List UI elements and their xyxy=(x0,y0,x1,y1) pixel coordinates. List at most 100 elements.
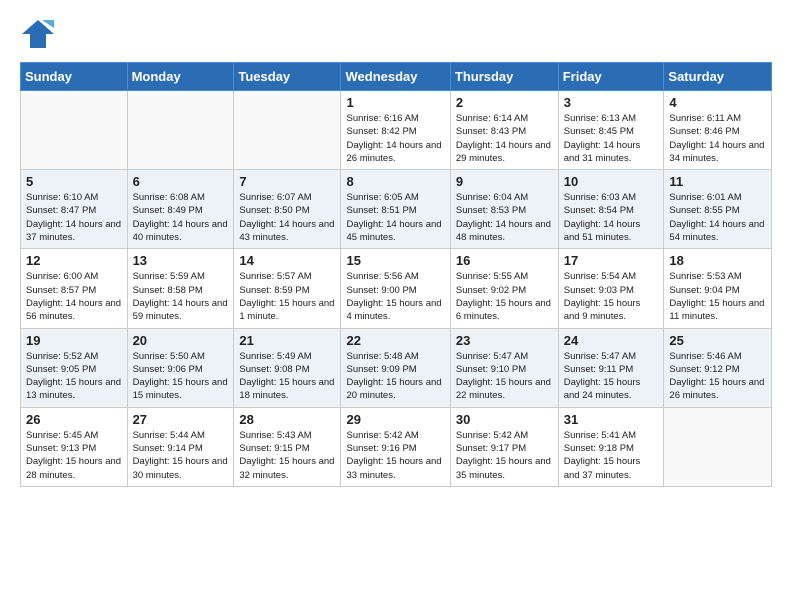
day-info: Sunrise: 5:57 AMSunset: 8:59 PMDaylight:… xyxy=(239,270,335,323)
day-number: 17 xyxy=(564,253,659,268)
day-number: 24 xyxy=(564,333,659,348)
day-number: 27 xyxy=(133,412,229,427)
calendar-cell-2-5: 17 Sunrise: 5:54 AMSunset: 9:03 PMDayligh… xyxy=(558,249,664,328)
day-info: Sunrise: 5:55 AMSunset: 9:02 PMDaylight:… xyxy=(456,270,553,323)
day-number: 26 xyxy=(26,412,122,427)
calendar-week-0: 1 Sunrise: 6:16 AMSunset: 8:42 PMDaylight… xyxy=(21,91,772,170)
day-number: 21 xyxy=(239,333,335,348)
calendar-cell-0-4: 2 Sunrise: 6:14 AMSunset: 8:43 PMDaylight… xyxy=(450,91,558,170)
calendar-cell-1-5: 10 Sunrise: 6:03 AMSunset: 8:54 PMDayligh… xyxy=(558,170,664,249)
calendar-cell-4-1: 27 Sunrise: 5:44 AMSunset: 9:14 PMDayligh… xyxy=(127,407,234,486)
day-info: Sunrise: 6:14 AMSunset: 8:43 PMDaylight:… xyxy=(456,112,553,165)
calendar-cell-4-3: 29 Sunrise: 5:42 AMSunset: 9:16 PMDayligh… xyxy=(341,407,450,486)
day-info: Sunrise: 5:48 AMSunset: 9:09 PMDaylight:… xyxy=(346,350,444,403)
calendar-cell-3-3: 22 Sunrise: 5:48 AMSunset: 9:09 PMDayligh… xyxy=(341,328,450,407)
calendar-header-monday: Monday xyxy=(127,63,234,91)
day-number: 31 xyxy=(564,412,659,427)
day-info: Sunrise: 6:05 AMSunset: 8:51 PMDaylight:… xyxy=(346,191,444,244)
day-info: Sunrise: 5:54 AMSunset: 9:03 PMDaylight:… xyxy=(564,270,659,323)
calendar-header-saturday: Saturday xyxy=(664,63,772,91)
day-info: Sunrise: 5:44 AMSunset: 9:14 PMDaylight:… xyxy=(133,429,229,482)
calendar-cell-1-3: 8 Sunrise: 6:05 AMSunset: 8:51 PMDaylight… xyxy=(341,170,450,249)
calendar-header-sunday: Sunday xyxy=(21,63,128,91)
day-number: 23 xyxy=(456,333,553,348)
calendar-cell-3-6: 25Sunrise: 5:46 AMSunset: 9:12 PMDayligh… xyxy=(664,328,772,407)
day-number: 16 xyxy=(456,253,553,268)
day-info: Sunrise: 6:04 AMSunset: 8:53 PMDaylight:… xyxy=(456,191,553,244)
day-number: 19 xyxy=(26,333,122,348)
day-info: Sunrise: 5:47 AMSunset: 9:10 PMDaylight:… xyxy=(456,350,553,403)
calendar-cell-0-3: 1 Sunrise: 6:16 AMSunset: 8:42 PMDaylight… xyxy=(341,91,450,170)
day-info: Sunrise: 6:07 AMSunset: 8:50 PMDaylight:… xyxy=(239,191,335,244)
day-info: Sunrise: 5:42 AMSunset: 9:16 PMDaylight:… xyxy=(346,429,444,482)
logo xyxy=(20,16,60,52)
calendar-header-wednesday: Wednesday xyxy=(341,63,450,91)
day-number: 3 xyxy=(564,95,659,110)
day-info: Sunrise: 5:53 AMSunset: 9:04 PMDaylight:… xyxy=(669,270,766,323)
day-number: 14 xyxy=(239,253,335,268)
calendar-cell-2-0: 12 Sunrise: 6:00 AMSunset: 8:57 PMDayligh… xyxy=(21,249,128,328)
day-info: Sunrise: 5:56 AMSunset: 9:00 PMDaylight:… xyxy=(346,270,444,323)
calendar-header-row: SundayMondayTuesdayWednesdayThursdayFrid… xyxy=(21,63,772,91)
day-info: Sunrise: 5:50 AMSunset: 9:06 PMDaylight:… xyxy=(133,350,229,403)
calendar-cell-2-3: 15 Sunrise: 5:56 AMSunset: 9:00 PMDayligh… xyxy=(341,249,450,328)
day-number: 6 xyxy=(133,174,229,189)
calendar-cell-4-0: 26 Sunrise: 5:45 AMSunset: 9:13 PMDayligh… xyxy=(21,407,128,486)
calendar-cell-2-2: 14 Sunrise: 5:57 AMSunset: 8:59 PMDayligh… xyxy=(234,249,341,328)
day-number: 5 xyxy=(26,174,122,189)
calendar-cell-3-2: 21Sunrise: 5:49 AMSunset: 9:08 PMDayligh… xyxy=(234,328,341,407)
calendar-cell-1-1: 6Sunrise: 6:08 AMSunset: 8:49 PMDaylight… xyxy=(127,170,234,249)
day-number: 2 xyxy=(456,95,553,110)
calendar-cell-0-2 xyxy=(234,91,341,170)
calendar-header-tuesday: Tuesday xyxy=(234,63,341,91)
day-number: 10 xyxy=(564,174,659,189)
day-number: 15 xyxy=(346,253,444,268)
day-number: 11 xyxy=(669,174,766,189)
day-number: 13 xyxy=(133,253,229,268)
calendar-cell-3-0: 19 Sunrise: 5:52 AMSunset: 9:05 PMDayligh… xyxy=(21,328,128,407)
day-number: 29 xyxy=(346,412,444,427)
calendar-cell-3-1: 20 Sunrise: 5:50 AMSunset: 9:06 PMDayligh… xyxy=(127,328,234,407)
day-info: Sunrise: 5:45 AMSunset: 9:13 PMDaylight:… xyxy=(26,429,122,482)
calendar-cell-1-2: 7 Sunrise: 6:07 AMSunset: 8:50 PMDaylight… xyxy=(234,170,341,249)
day-number: 22 xyxy=(346,333,444,348)
day-info: Sunrise: 6:13 AMSunset: 8:45 PMDaylight:… xyxy=(564,112,659,165)
day-info: Sunrise: 5:47 AMSunset: 9:11 PMDaylight:… xyxy=(564,350,659,403)
calendar-cell-2-1: 13 Sunrise: 5:59 AMSunset: 8:58 PMDayligh… xyxy=(127,249,234,328)
day-number: 12 xyxy=(26,253,122,268)
day-number: 18 xyxy=(669,253,766,268)
day-info: Sunrise: 5:42 AMSunset: 9:17 PMDaylight:… xyxy=(456,429,553,482)
page: SundayMondayTuesdayWednesdayThursdayFrid… xyxy=(0,0,792,503)
day-info: Sunrise: 6:03 AMSunset: 8:54 PMDaylight:… xyxy=(564,191,659,244)
day-number: 1 xyxy=(346,95,444,110)
day-number: 20 xyxy=(133,333,229,348)
day-info: Sunrise: 5:59 AMSunset: 8:58 PMDaylight:… xyxy=(133,270,229,323)
day-number: 8 xyxy=(346,174,444,189)
day-info: Sunrise: 6:01 AMSunset: 8:55 PMDaylight:… xyxy=(669,191,766,244)
calendar-cell-4-4: 30 Sunrise: 5:42 AMSunset: 9:17 PMDayligh… xyxy=(450,407,558,486)
day-info: Sunrise: 6:11 AMSunset: 8:46 PMDaylight:… xyxy=(669,112,766,165)
calendar-cell-3-4: 23 Sunrise: 5:47 AMSunset: 9:10 PMDayligh… xyxy=(450,328,558,407)
day-info: Sunrise: 5:43 AMSunset: 9:15 PMDaylight:… xyxy=(239,429,335,482)
calendar-week-1: 5Sunrise: 6:10 AMSunset: 8:47 PMDaylight… xyxy=(21,170,772,249)
calendar-table: SundayMondayTuesdayWednesdayThursdayFrid… xyxy=(20,62,772,487)
calendar-header-friday: Friday xyxy=(558,63,664,91)
calendar-cell-2-6: 18 Sunrise: 5:53 AMSunset: 9:04 PMDayligh… xyxy=(664,249,772,328)
calendar-cell-3-5: 24 Sunrise: 5:47 AMSunset: 9:11 PMDayligh… xyxy=(558,328,664,407)
header xyxy=(20,16,772,52)
calendar-header-thursday: Thursday xyxy=(450,63,558,91)
day-info: Sunrise: 6:00 AMSunset: 8:57 PMDaylight:… xyxy=(26,270,122,323)
calendar-cell-0-1 xyxy=(127,91,234,170)
day-info: Sunrise: 5:41 AMSunset: 9:18 PMDaylight:… xyxy=(564,429,659,482)
calendar-cell-2-4: 16 Sunrise: 5:55 AMSunset: 9:02 PMDayligh… xyxy=(450,249,558,328)
day-info: Sunrise: 5:46 AMSunset: 9:12 PMDaylight:… xyxy=(669,350,766,403)
day-number: 30 xyxy=(456,412,553,427)
day-number: 7 xyxy=(239,174,335,189)
calendar-cell-4-5: 31 Sunrise: 5:41 AMSunset: 9:18 PMDayligh… xyxy=(558,407,664,486)
calendar-week-2: 12 Sunrise: 6:00 AMSunset: 8:57 PMDayligh… xyxy=(21,249,772,328)
calendar-cell-1-6: 11 Sunrise: 6:01 AMSunset: 8:55 PMDayligh… xyxy=(664,170,772,249)
day-info: Sunrise: 6:16 AMSunset: 8:42 PMDaylight:… xyxy=(346,112,444,165)
calendar-week-3: 19 Sunrise: 5:52 AMSunset: 9:05 PMDayligh… xyxy=(21,328,772,407)
day-info: Sunrise: 5:52 AMSunset: 9:05 PMDaylight:… xyxy=(26,350,122,403)
calendar-cell-0-6: 4Sunrise: 6:11 AMSunset: 8:46 PMDaylight… xyxy=(664,91,772,170)
